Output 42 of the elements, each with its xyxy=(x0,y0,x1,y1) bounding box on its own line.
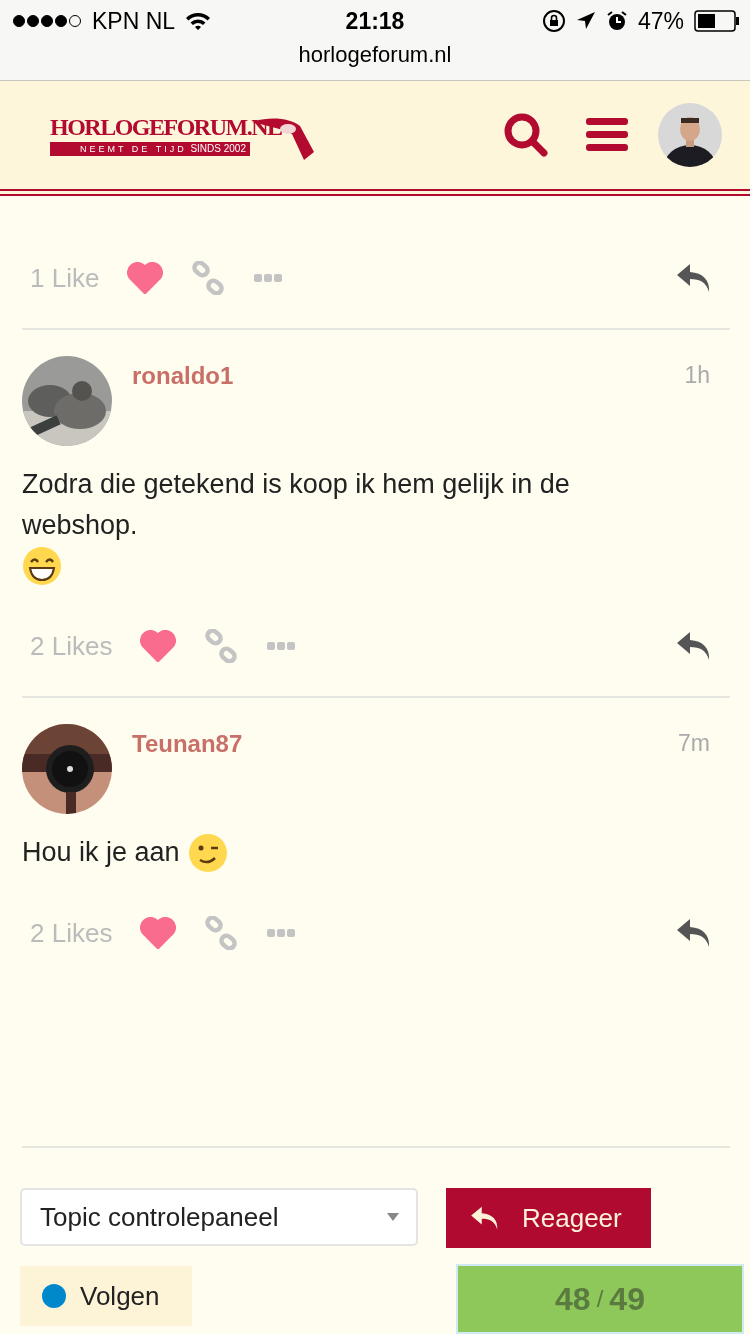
post-text: Hou ik je aan xyxy=(22,836,180,869)
url-address[interactable]: horlogeforum.nl xyxy=(298,42,452,68)
link-icon[interactable] xyxy=(191,261,226,295)
post-text: Zodra die getekend is koop ik hem gelijk in de webshop. xyxy=(22,468,571,542)
more-icon[interactable] xyxy=(266,928,297,938)
clock-time: 21:18 xyxy=(345,7,405,35)
battery-icon xyxy=(694,10,740,32)
alarm-icon xyxy=(605,10,628,32)
link-icon[interactable] xyxy=(204,916,239,950)
like-count[interactable]: 2 Likes xyxy=(30,630,113,662)
username[interactable]: Teunan87 xyxy=(132,730,243,758)
like-count[interactable]: 2 Likes xyxy=(30,917,113,949)
heart-icon[interactable] xyxy=(127,262,164,294)
notification-button[interactable]: Volgen xyxy=(20,1266,192,1326)
link-icon[interactable] xyxy=(204,629,239,663)
signal-icon xyxy=(12,14,82,28)
topic-controls-dropdown[interactable]: Topic controlepaneel xyxy=(20,1188,418,1246)
rotation-lock-icon xyxy=(541,9,566,33)
more-icon[interactable] xyxy=(253,273,284,283)
grinning-face-icon xyxy=(22,546,62,586)
heart-icon[interactable] xyxy=(140,630,177,662)
search-icon[interactable] xyxy=(502,111,550,159)
wifi-icon xyxy=(185,11,212,31)
post-time[interactable]: 1h xyxy=(684,362,710,389)
carrier-name: KPN NL xyxy=(92,7,176,35)
winking-face-icon xyxy=(187,832,228,873)
reply-icon[interactable] xyxy=(676,917,712,949)
logo-tagline: NEEMT DE TIJD xyxy=(80,144,187,154)
location-arrow-icon xyxy=(575,11,596,31)
username[interactable]: ronaldo1 xyxy=(132,362,234,390)
more-icon[interactable] xyxy=(266,641,297,651)
post-time[interactable]: 7m xyxy=(678,730,710,757)
heart-icon[interactable] xyxy=(140,917,177,949)
menu-icon[interactable] xyxy=(586,117,628,153)
reply-icon[interactable] xyxy=(676,630,712,662)
dropdown-caret-icon xyxy=(386,1212,400,1222)
reply-button[interactable]: Reageer xyxy=(446,1188,651,1248)
reply-icon xyxy=(470,1205,500,1231)
like-count[interactable]: 1 Like xyxy=(30,262,100,294)
reply-icon[interactable] xyxy=(676,262,712,294)
logo-since: SINDS 2002 xyxy=(190,143,246,155)
battery-percentage: 47% xyxy=(637,7,684,35)
